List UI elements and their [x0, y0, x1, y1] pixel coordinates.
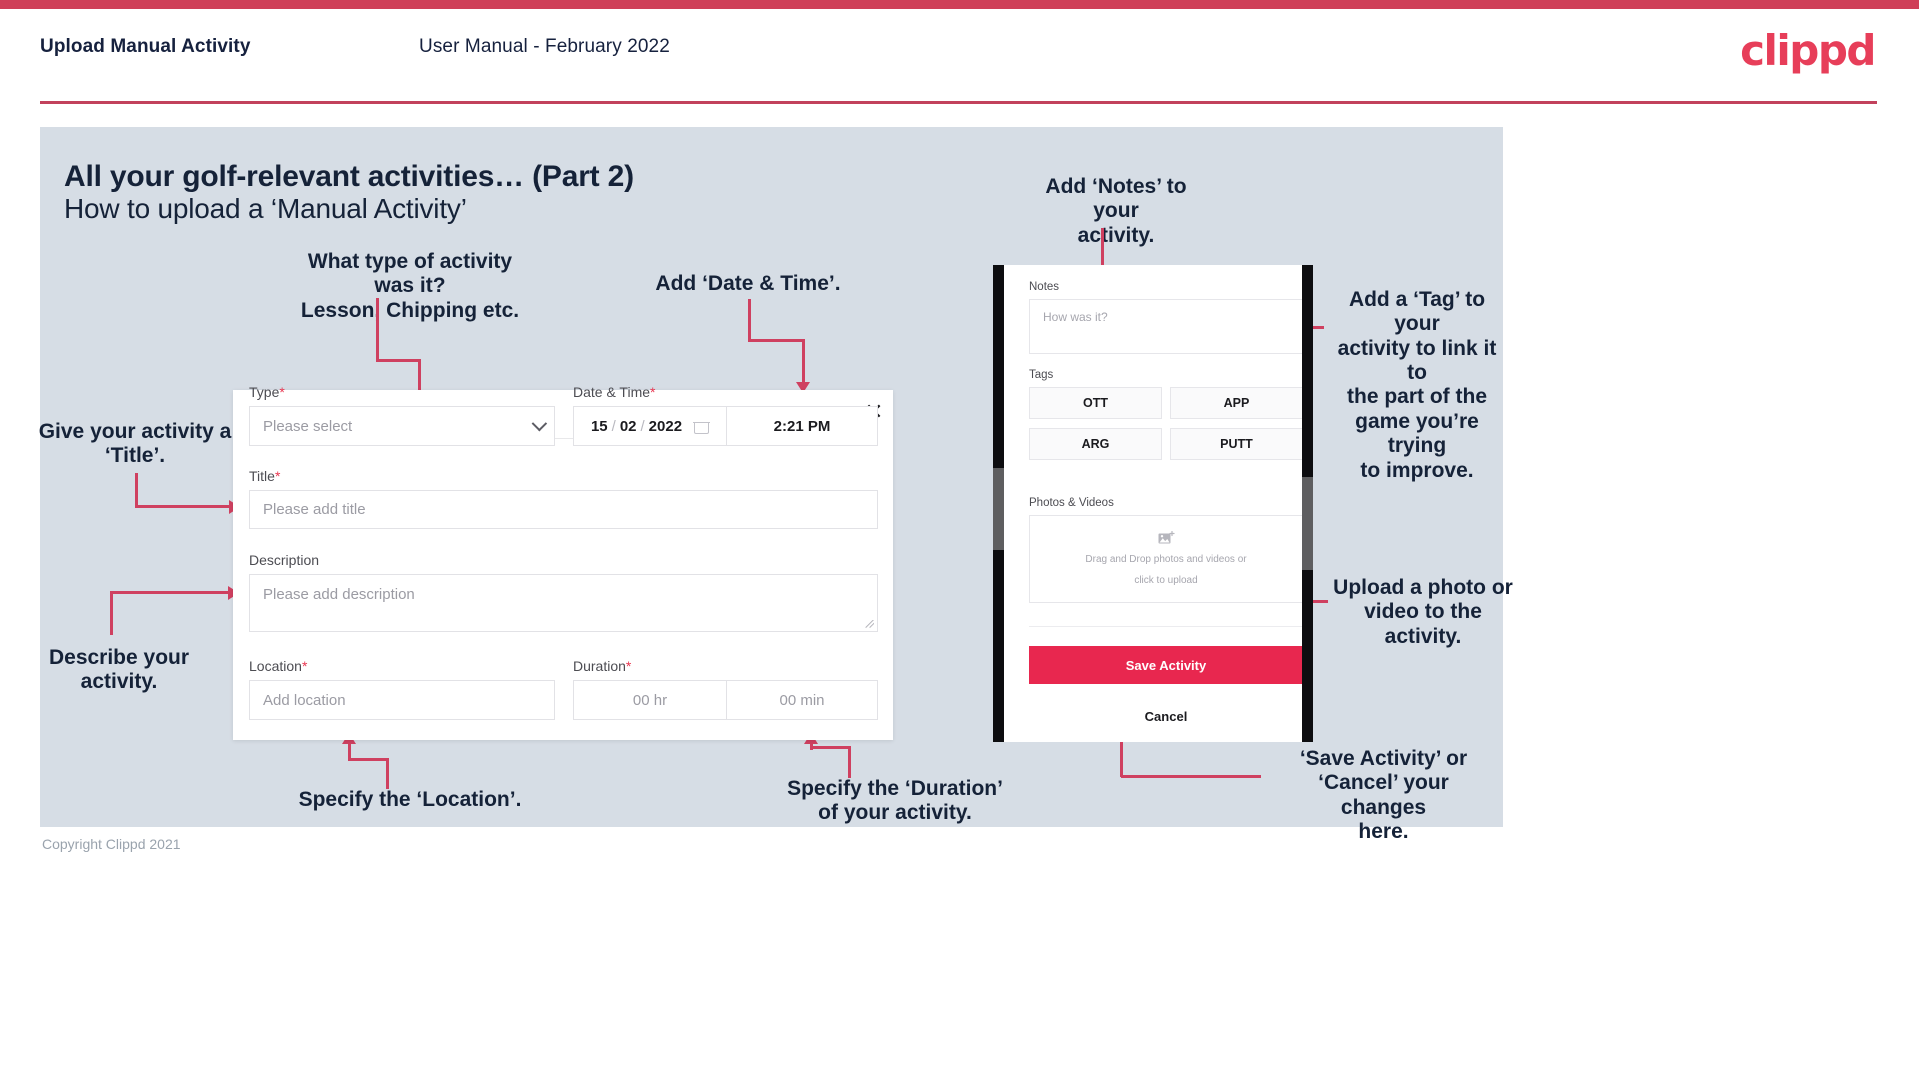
clippd-logo: clippd: [1740, 26, 1876, 75]
notes-label: Notes: [1029, 281, 1060, 293]
title-required-mark: *: [274, 468, 281, 484]
date-year: 2022: [648, 417, 683, 435]
description-textarea[interactable]: Please add description: [249, 574, 878, 632]
annotation-duration: Specify the ‘Duration’ of your activity.: [787, 777, 1003, 825]
connector-title-h: [135, 505, 231, 508]
cancel-button[interactable]: Cancel: [1029, 705, 1302, 727]
connector-type-v1: [376, 298, 379, 362]
connector-dt-v2: [802, 339, 805, 384]
type-label: Type*: [249, 384, 285, 400]
date-sep-1: /: [611, 417, 616, 435]
connector-title-v: [135, 473, 138, 507]
tag-button-ott[interactable]: OTT: [1029, 387, 1162, 419]
page-subtitle: How to upload a ‘Manual Activity’: [64, 193, 467, 224]
title-input[interactable]: Please add title: [249, 490, 878, 529]
connector-dur-h: [810, 746, 851, 749]
calendar-icon[interactable]: [693, 417, 710, 434]
connector-loc-v2: [348, 742, 351, 760]
annotation-description: Describe your activity.: [48, 646, 190, 694]
datetime-required-mark: *: [650, 384, 656, 400]
date-day: 15: [590, 417, 608, 435]
location-placeholder: Add location: [263, 691, 346, 709]
resize-handle-icon[interactable]: [865, 620, 874, 629]
duration-label: Duration*: [573, 658, 631, 674]
datetime-label-text: Date & Time: [573, 384, 651, 400]
tag-button-putt[interactable]: PUTT: [1170, 428, 1302, 460]
duration-label-text: Duration: [573, 658, 626, 674]
connector-loc-v1: [386, 760, 389, 789]
duration-minutes-value: 00 min: [779, 691, 825, 709]
tags-label: Tags: [1029, 369, 1054, 381]
footer-copyright: Copyright Clippd 2021: [42, 836, 181, 852]
connector-dt-h: [748, 339, 805, 342]
header-center-title: User Manual - February 2022: [419, 36, 670, 57]
annotation-location: Specify the ‘Location’.: [298, 788, 522, 811]
title-label: Title*: [249, 468, 280, 484]
notes-placeholder: How was it?: [1043, 310, 1108, 324]
duration-hours-value: 00 hr: [632, 691, 668, 709]
header-divider: [40, 101, 1877, 104]
annotation-title: Give your activity a ‘Title’.: [38, 420, 232, 468]
connector-dur-v1: [848, 748, 851, 778]
phone-divider: [1029, 626, 1302, 627]
annotation-type: What type of activity was it? Lesson, Ch…: [300, 250, 520, 322]
connector-dt-v1: [748, 299, 751, 342]
add-image-icon: [1158, 530, 1175, 546]
type-select-placeholder: Please select: [263, 417, 353, 435]
photo-dropzone[interactable]: Drag and Drop photos and videos or click…: [1029, 515, 1302, 603]
location-required-mark: *: [301, 658, 308, 674]
datetime-label: Date & Time*: [573, 384, 655, 400]
header-left-title: Upload Manual Activity: [40, 36, 251, 57]
title-label-text: Title: [249, 468, 275, 484]
save-activity-button[interactable]: Save Activity: [1029, 646, 1302, 684]
connector-desc-h: [110, 591, 230, 594]
top-accent-bar: [0, 0, 1919, 9]
annotation-upload: Upload a photo or video to the activity.: [1333, 576, 1513, 648]
type-label-text: Type: [249, 384, 280, 400]
duration-hours-input[interactable]: 00 hr: [573, 680, 726, 720]
location-input[interactable]: Add location: [249, 680, 555, 720]
time-input[interactable]: 2:21 PM: [726, 406, 878, 446]
type-select[interactable]: Please select: [249, 406, 555, 446]
page-title: All your golf-relevant activities… (Part…: [64, 160, 634, 193]
date-month: 02: [619, 417, 637, 435]
location-label: Location*: [249, 658, 307, 674]
tag-button-arg[interactable]: ARG: [1029, 428, 1162, 460]
title-input-placeholder: Please add title: [263, 501, 366, 518]
connector-save-h: [1121, 775, 1261, 778]
annotation-save-cancel: ‘Save Activity’ or ‘Cancel’ your changes…: [1299, 747, 1468, 844]
dropzone-text-line-2: click to upload: [1134, 574, 1198, 586]
phone-mockup: Notes How was it? Tags OTT APP ARG PUTT …: [993, 265, 1313, 742]
chevron-down-icon: [531, 415, 548, 432]
time-value: 2:21 PM: [773, 417, 831, 435]
duration-required-mark: *: [625, 658, 632, 674]
phone-power-button-right: [1302, 477, 1313, 570]
annotation-tags: Add a ‘Tag’ to your activity to link it …: [1337, 288, 1497, 482]
description-label: Description: [249, 552, 319, 568]
connector-type-h: [376, 359, 421, 362]
photos-label: Photos & Videos: [1029, 497, 1114, 509]
description-placeholder: Please add description: [263, 586, 415, 603]
connector-desc-v: [110, 593, 113, 635]
duration-minutes-input[interactable]: 00 min: [726, 680, 878, 720]
dropzone-text-line-1: Drag and Drop photos and videos or: [1085, 554, 1247, 565]
date-input[interactable]: 15 / 02 / 2022: [573, 406, 726, 446]
tag-button-app[interactable]: APP: [1170, 387, 1302, 419]
connector-loc-h: [348, 758, 389, 761]
slide-page: Upload Manual Activity User Manual - Feb…: [0, 0, 1919, 1079]
date-sep-2: /: [640, 417, 645, 435]
annotation-notes: Add ‘Notes’ to your activity.: [1045, 175, 1187, 247]
type-required-mark: *: [279, 384, 285, 400]
notes-textarea[interactable]: How was it?: [1029, 299, 1302, 354]
phone-screen: Notes How was it? Tags OTT APP ARG PUTT …: [1004, 265, 1302, 742]
annotation-date-time: Add ‘Date & Time’.: [655, 272, 841, 295]
description-label-text: Description: [249, 552, 320, 568]
location-label-text: Location: [249, 658, 302, 674]
phone-volume-button-left: [993, 468, 1004, 550]
